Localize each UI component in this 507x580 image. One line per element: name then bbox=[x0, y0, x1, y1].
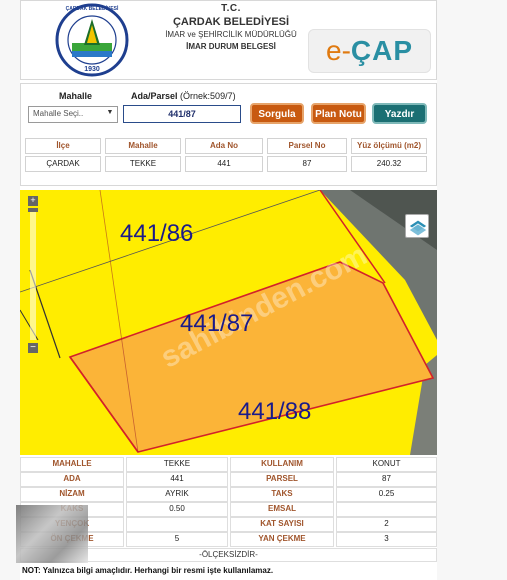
info-value bbox=[336, 502, 437, 517]
summary-header-ada: Ada No bbox=[185, 138, 263, 154]
sorgula-button[interactable]: Sorgula bbox=[250, 103, 304, 124]
ecap-dash: - bbox=[341, 35, 351, 66]
summary-header-mahalle: Mahalle bbox=[105, 138, 181, 154]
summary-header-parsel: Parsel No bbox=[267, 138, 347, 154]
info-row: MAHALLE TEKKE KULLANIM KONUT bbox=[20, 457, 437, 472]
info-key: NİZAM bbox=[20, 487, 124, 502]
imar-durum-page: 1930 ÇARDAK BELEDİYESİ T.C. ÇARDAK BELED… bbox=[20, 0, 437, 580]
info-key: MAHALLE bbox=[20, 457, 124, 472]
header-titles: T.C. ÇARDAK BELEDİYESİ İMAR ve ŞEHİRCİLİ… bbox=[151, 3, 311, 51]
logo-year: 1930 bbox=[84, 66, 100, 73]
info-value: 0.50 bbox=[126, 502, 228, 517]
disclaimer-note: NOT: Yalnızca bilgi amaçlıdır. Herhangi … bbox=[22, 566, 274, 575]
info-value: KONUT bbox=[336, 457, 437, 472]
header-line-tc: T.C. bbox=[221, 3, 241, 14]
chevron-down-icon: ▼ bbox=[106, 109, 114, 116]
plan-notu-button[interactable]: Plan Notu bbox=[311, 103, 366, 124]
summary-value-ilce: ÇARDAK bbox=[25, 156, 101, 172]
zoom-in-button[interactable]: + bbox=[28, 196, 38, 206]
ada-parsel-hint: (Örnek:509/7) bbox=[180, 91, 236, 101]
mahalle-select-value: Mahalle Seçi.. bbox=[33, 109, 84, 118]
ada-parsel-input[interactable]: 441/87 bbox=[123, 105, 241, 123]
summary-header-row: İlçe Mahalle Ada No Parsel No Yüz ölçümü… bbox=[25, 138, 433, 154]
info-value: 3 bbox=[336, 532, 437, 547]
query-panel: Mahalle Ada/Parsel (Örnek:509/7) Mahalle… bbox=[20, 83, 437, 186]
summary-value-ada: 441 bbox=[185, 156, 263, 172]
parcel-label-441-88: 441/88 bbox=[238, 398, 312, 425]
summary-header-ilce: İlçe bbox=[25, 138, 101, 154]
info-key: EMSAL bbox=[230, 502, 334, 517]
parcel-map[interactable]: sahibinden.com 441/86 441/87 441/88 + − bbox=[20, 190, 437, 455]
layers-icon bbox=[408, 219, 428, 237]
summary-value-mahalle: TEKKE bbox=[105, 156, 181, 172]
info-value: 0.25 bbox=[336, 487, 437, 502]
info-row: ADA 441 PARSEL 87 bbox=[20, 472, 437, 487]
info-value: 2 bbox=[336, 517, 437, 532]
info-value: 87 bbox=[336, 472, 437, 487]
header-department: İMAR ve ŞEHİRCİLİK MÜDÜRLÜĞÜ bbox=[165, 30, 297, 39]
mahalle-select[interactable]: Mahalle Seçi.. ▼ bbox=[28, 106, 118, 123]
overlay-thumbnail-image bbox=[16, 505, 88, 563]
page-margin-right bbox=[437, 0, 507, 580]
summary-value-yuzolcumu: 240.32 bbox=[351, 156, 427, 172]
page-header: 1930 ÇARDAK BELEDİYESİ T.C. ÇARDAK BELED… bbox=[20, 0, 437, 80]
info-value: TEKKE bbox=[126, 457, 228, 472]
zoom-slider-thumb[interactable] bbox=[28, 208, 38, 212]
mahalle-label: Mahalle bbox=[59, 91, 93, 101]
yazdir-button[interactable]: Yazdır bbox=[372, 103, 427, 124]
summary-header-yuzolcumu: Yüz ölçümü (m2) bbox=[351, 138, 427, 154]
layers-button[interactable] bbox=[405, 214, 429, 238]
info-key: PARSEL bbox=[230, 472, 334, 487]
municipality-logo: 1930 bbox=[55, 3, 129, 77]
ecap-cap: ÇAP bbox=[350, 35, 414, 66]
header-document-title: İMAR DURUM BELGESİ bbox=[186, 42, 276, 51]
info-key: TAKS bbox=[230, 487, 334, 502]
parcel-label-441-87: 441/87 bbox=[180, 310, 254, 337]
info-value: 5 bbox=[126, 532, 228, 547]
info-value: AYRIK bbox=[126, 487, 228, 502]
page-margin-left bbox=[0, 0, 20, 580]
info-key: KULLANIM bbox=[230, 457, 334, 472]
info-key: ADA bbox=[20, 472, 124, 487]
info-key: KAT SAYISI bbox=[230, 517, 334, 532]
zoom-slider-track[interactable] bbox=[30, 208, 36, 340]
header-municipality: ÇARDAK BELEDİYESİ bbox=[172, 16, 290, 28]
info-key: YAN ÇEKME bbox=[230, 532, 334, 547]
parcel-label-441-86: 441/86 bbox=[120, 220, 194, 247]
ecap-e: e bbox=[325, 35, 342, 66]
summary-value-row: ÇARDAK TEKKE 441 87 240.32 bbox=[25, 156, 433, 172]
info-row: NİZAM AYRIK TAKS 0.25 bbox=[20, 487, 437, 502]
info-value: 441 bbox=[126, 472, 228, 487]
info-value bbox=[126, 517, 228, 532]
zoom-out-button[interactable]: − bbox=[28, 343, 38, 353]
ecap-logo: e - ÇAP bbox=[308, 29, 431, 73]
ada-parsel-label: Ada/Parsel (Örnek:509/7) bbox=[131, 91, 236, 101]
logo-caption: ÇARDAK BELEDİYESİ bbox=[65, 6, 119, 12]
summary-value-parsel: 87 bbox=[267, 156, 347, 172]
